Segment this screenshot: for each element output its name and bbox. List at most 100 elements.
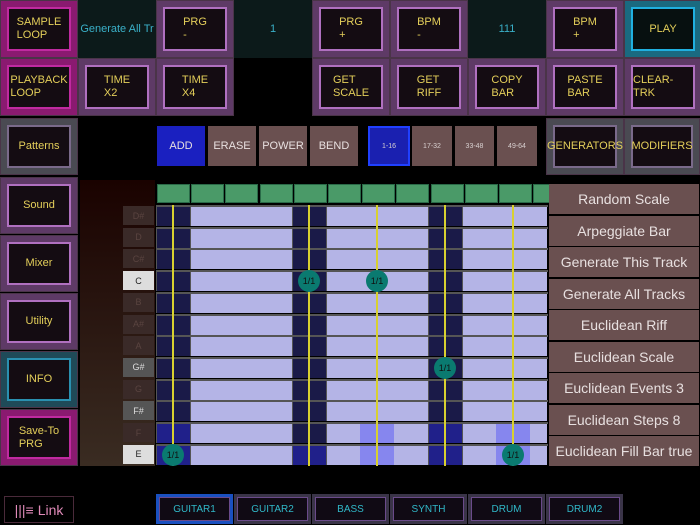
grid-cell[interactable]: [258, 271, 292, 292]
generator-euclidean-scale[interactable]: Euclidean Scale: [549, 341, 699, 372]
tool-erase[interactable]: ERASE: [208, 126, 256, 166]
grid-cell[interactable]: [326, 249, 360, 270]
generator-random-scale[interactable]: Random Scale: [549, 184, 699, 214]
grid-cell[interactable]: [326, 423, 360, 443]
sample-loop-button[interactable]: SAMPLE LOOP: [0, 0, 78, 58]
grid-cell[interactable]: [530, 206, 547, 226]
grid-cell[interactable]: [190, 336, 224, 357]
step-header[interactable]: [293, 184, 327, 203]
grid-cell[interactable]: [530, 292, 547, 313]
bpm-button[interactable]: BPM -: [390, 0, 468, 58]
sound-button[interactable]: Sound: [0, 177, 78, 234]
grid-cell[interactable]: [190, 292, 224, 313]
time-x4-button[interactable]: TIME X4: [156, 58, 234, 116]
grid-cell[interactable]: [190, 444, 224, 465]
clear-trk-button[interactable]: CLEAR-TRK: [624, 58, 700, 116]
step-header[interactable]: [396, 184, 430, 203]
note-key-dsharp[interactable]: D#: [123, 206, 154, 225]
prg-button[interactable]: PRG +: [312, 0, 390, 58]
grid-cell[interactable]: [224, 444, 258, 465]
grid-cell[interactable]: [258, 314, 292, 335]
grid-cell[interactable]: [224, 227, 258, 248]
grid-cell[interactable]: [394, 379, 428, 400]
grid-cell[interactable]: [530, 401, 547, 422]
step-header[interactable]: [499, 184, 532, 203]
grid-cell[interactable]: [530, 227, 547, 248]
grid-cell[interactable]: [326, 357, 360, 378]
generator-generate-all-tracks[interactable]: Generate All Tracks: [549, 278, 699, 309]
play-button[interactable]: PLAY: [624, 0, 700, 58]
grid-cell[interactable]: [224, 379, 258, 400]
grid-cell[interactable]: [258, 292, 292, 313]
grid-cell[interactable]: [258, 423, 292, 443]
grid-cell[interactable]: [394, 292, 428, 313]
grid-cell[interactable]: [394, 271, 428, 292]
grid-cell[interactable]: [326, 227, 360, 248]
grid-cell[interactable]: [258, 206, 292, 226]
grid-cell[interactable]: [462, 249, 496, 270]
grid-cell[interactable]: [190, 423, 224, 443]
track-drum[interactable]: DRUM: [468, 494, 545, 524]
grid-cell[interactable]: [462, 336, 496, 357]
grid-cell[interactable]: [530, 336, 547, 357]
step-header[interactable]: [362, 184, 396, 203]
grid-cell[interactable]: [326, 314, 360, 335]
grid-cell[interactable]: [258, 336, 292, 357]
modifiers-button[interactable]: MODIFIERS: [624, 118, 700, 175]
playback-loop-button[interactable]: PLAYBACK LOOP: [0, 58, 78, 116]
grid-cell[interactable]: [530, 249, 547, 270]
grid-cell[interactable]: [190, 271, 224, 292]
grid-cell[interactable]: [530, 379, 547, 400]
generator-generate-this-track[interactable]: Generate This Track: [549, 247, 699, 277]
grid-cell[interactable]: [326, 379, 360, 400]
mixer-button[interactable]: Mixer: [0, 235, 78, 292]
save-to-prg-button[interactable]: Save-To PRG: [0, 409, 78, 466]
generator-euclidean-riff[interactable]: Euclidean Riff: [549, 310, 699, 340]
page-17-32[interactable]: 17-32: [412, 126, 452, 166]
grid-cell[interactable]: [190, 401, 224, 422]
track-bass[interactable]: BASS: [312, 494, 389, 524]
note-event[interactable]: 1/1: [162, 443, 184, 466]
grid-cell[interactable]: [258, 249, 292, 270]
generator-euclidean-events-3[interactable]: Euclidean Events 3: [549, 373, 699, 403]
grid-cell[interactable]: [530, 314, 547, 335]
grid-cell[interactable]: [258, 357, 292, 378]
page-1-16[interactable]: 1-16: [368, 126, 410, 166]
page-49-64[interactable]: 49-64: [497, 126, 537, 166]
grid-cell[interactable]: [326, 444, 360, 465]
ableton-link-button[interactable]: |||≡ Link: [4, 496, 74, 523]
generator-arpeggiate-bar[interactable]: Arpeggiate Bar: [549, 215, 699, 246]
grid-cell[interactable]: [224, 401, 258, 422]
note-event[interactable]: 1/1: [298, 270, 320, 293]
step-header[interactable]: [430, 184, 464, 203]
grid-cell[interactable]: [190, 357, 224, 378]
step-header[interactable]: [328, 184, 361, 203]
grid-cell[interactable]: [224, 271, 258, 292]
grid-cell[interactable]: [462, 314, 496, 335]
grid-cell[interactable]: [224, 357, 258, 378]
patterns-button[interactable]: Patterns: [0, 118, 78, 175]
grid-cell[interactable]: [394, 423, 428, 443]
grid-cell[interactable]: [394, 206, 428, 226]
grid-cell[interactable]: [224, 336, 258, 357]
grid-cell[interactable]: [530, 444, 547, 465]
info-button[interactable]: INFO: [0, 351, 78, 408]
grid-cell[interactable]: [326, 271, 360, 292]
grid-cell[interactable]: [394, 249, 428, 270]
grid-cell[interactable]: [530, 271, 547, 292]
step-header[interactable]: [259, 184, 293, 203]
tool-power[interactable]: POWER: [259, 126, 307, 166]
grid-cell[interactable]: [190, 314, 224, 335]
grid-cell[interactable]: [224, 423, 258, 443]
generator-euclidean-steps-8[interactable]: Euclidean Steps 8: [549, 404, 699, 435]
grid-cell[interactable]: [394, 336, 428, 357]
note-key-e[interactable]: E: [123, 444, 154, 464]
grid-cell[interactable]: [326, 206, 360, 226]
grid-cell[interactable]: [224, 292, 258, 313]
get-scale-button[interactable]: GET SCALE: [312, 58, 390, 116]
grid-cell[interactable]: [224, 249, 258, 270]
step-header[interactable]: [464, 184, 498, 203]
grid-cell[interactable]: [190, 227, 224, 248]
note-key-f[interactable]: F: [123, 423, 154, 442]
grid-cell[interactable]: [224, 206, 258, 226]
